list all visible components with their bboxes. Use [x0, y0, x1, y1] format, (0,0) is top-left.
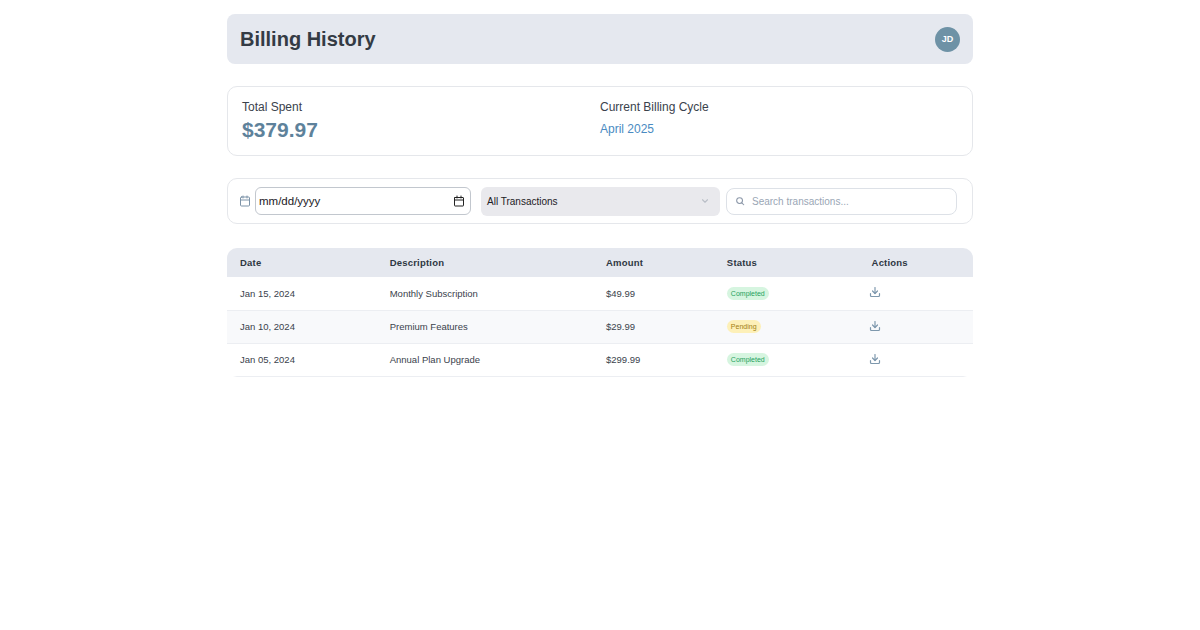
search-box: [726, 188, 957, 215]
page-header: Billing History JD: [227, 14, 973, 64]
summary-card: Total Spent $379.97 Current Billing Cycl…: [227, 86, 973, 156]
cell-date: Jan 05, 2024: [227, 343, 378, 376]
download-icon: [869, 320, 881, 332]
download-button[interactable]: [869, 320, 881, 332]
cell-amount: $49.99: [594, 277, 715, 310]
cell-amount: $299.99: [594, 343, 715, 376]
status-badge: Completed: [727, 353, 769, 366]
avatar[interactable]: JD: [935, 27, 960, 52]
chevron-down-icon: [700, 196, 710, 206]
transaction-filter-select[interactable]: All Transactions: [481, 187, 720, 216]
col-header-date: Date: [227, 248, 378, 277]
col-header-description: Description: [378, 248, 594, 277]
calendar-icon: [239, 195, 251, 207]
download-icon: [869, 353, 881, 365]
date-input-value: mm/dd/yyyy: [259, 195, 320, 207]
billing-cycle-value: April 2025: [600, 122, 958, 136]
filter-bar: mm/dd/yyyy All Transactions: [227, 178, 973, 224]
search-input[interactable]: [726, 188, 957, 215]
table-row: Jan 15, 2024 Monthly Subscription $49.99…: [227, 277, 973, 310]
total-spent-block: Total Spent $379.97: [242, 100, 600, 142]
transaction-filter-value: All Transactions: [487, 196, 558, 207]
total-spent-label: Total Spent: [242, 100, 600, 114]
billing-cycle-label: Current Billing Cycle: [600, 100, 958, 114]
cell-amount: $29.99: [594, 310, 715, 343]
col-header-amount: Amount: [594, 248, 715, 277]
table-row: Jan 10, 2024 Premium Features $29.99 Pen…: [227, 310, 973, 343]
billing-cycle-block: Current Billing Cycle April 2025: [600, 100, 958, 142]
cell-description: Monthly Subscription: [378, 277, 594, 310]
transactions-table: Date Description Amount Status Actions J…: [227, 248, 973, 377]
status-badge: Pending: [727, 320, 761, 333]
download-button[interactable]: [869, 353, 881, 365]
table-row: Jan 05, 2024 Annual Plan Upgrade $299.99…: [227, 343, 973, 376]
download-button[interactable]: [869, 286, 881, 298]
cell-description: Annual Plan Upgrade: [378, 343, 594, 376]
date-picker-icon[interactable]: [453, 195, 465, 207]
download-icon: [869, 286, 881, 298]
search-icon: [735, 196, 745, 206]
page-title: Billing History: [240, 28, 376, 51]
cell-description: Premium Features: [378, 310, 594, 343]
page-container: Billing History JD Total Spent $379.97 C…: [227, 0, 973, 377]
date-input[interactable]: mm/dd/yyyy: [255, 187, 471, 215]
cell-date: Jan 10, 2024: [227, 310, 378, 343]
total-spent-value: $379.97: [242, 118, 600, 142]
status-badge: Completed: [727, 287, 769, 300]
cell-date: Jan 15, 2024: [227, 277, 378, 310]
col-header-actions: Actions: [860, 248, 973, 277]
table-header-row: Date Description Amount Status Actions: [227, 248, 973, 277]
col-header-status: Status: [715, 248, 860, 277]
